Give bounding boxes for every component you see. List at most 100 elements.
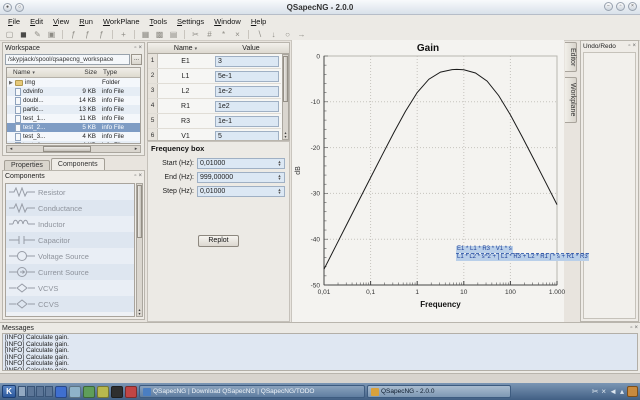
export-plot-icon[interactable]: ▤	[168, 29, 179, 40]
close-panel-icon[interactable]: ×	[138, 173, 142, 180]
menu-settings[interactable]: Settings	[172, 16, 209, 28]
param-column-value[interactable]: Value	[213, 45, 289, 52]
launcher-files[interactable]	[83, 386, 95, 398]
file-row[interactable]: partic...13 KBinfo File	[7, 105, 140, 114]
new-workplane-icon[interactable]: ◼	[18, 29, 29, 40]
spinner-arrows-icon[interactable]: ▲▼	[276, 187, 283, 196]
node-tool-icon[interactable]: ○	[282, 29, 293, 40]
parameter-value-input[interactable]: 5	[215, 131, 279, 142]
launcher-terminal[interactable]	[111, 386, 123, 398]
menu-view[interactable]: View	[48, 16, 74, 28]
component-item-ccvs[interactable]: CCVS	[6, 296, 134, 312]
menu-workplane[interactable]: WorkPlane	[98, 16, 145, 28]
close-panel-icon[interactable]: ×	[138, 45, 142, 52]
close-button[interactable]: ×	[628, 2, 637, 11]
menu-tools[interactable]: Tools	[145, 16, 173, 28]
components-vscrollbar[interactable]: ▴▾	[136, 183, 143, 317]
spinner-arrows-icon[interactable]: ▲▼	[276, 159, 283, 168]
file-row[interactable]: cdvinfo9 KBinfo File	[7, 87, 140, 96]
tab-workplane[interactable]: Workplane	[565, 77, 577, 122]
launcher-desktop[interactable]	[69, 386, 81, 398]
launcher-konqueror[interactable]	[55, 386, 67, 398]
menu-window[interactable]: Window	[209, 16, 246, 28]
close-tray-icon[interactable]: ×	[601, 385, 606, 398]
file-row[interactable]: test_1...11 KBinfo File	[7, 114, 140, 123]
launcher-web[interactable]	[97, 386, 109, 398]
close-panel-icon[interactable]: ×	[634, 325, 638, 332]
move-tool-icon[interactable]: +	[118, 29, 129, 40]
mesh-tool-icon[interactable]: #	[204, 29, 215, 40]
symbolic-analysis-icon[interactable]: ƒ	[96, 29, 107, 40]
scroll-thumb[interactable]	[283, 56, 288, 102]
grid-settings-icon[interactable]: ▩	[154, 29, 165, 40]
parameter-value-input[interactable]: 1e2	[215, 101, 279, 112]
time-analysis-icon[interactable]: ƒ	[82, 29, 93, 40]
tray-app-icon[interactable]	[627, 386, 638, 397]
component-item-conductance[interactable]: Conductance	[6, 200, 134, 216]
menu-edit[interactable]: Edit	[25, 16, 48, 28]
parameter-value-input[interactable]: 1e-2	[215, 86, 279, 97]
component-item-current-source[interactable]: Current Source	[6, 264, 134, 280]
minimize-button[interactable]: −	[604, 2, 613, 11]
float-panel-icon[interactable]: ▫	[630, 325, 632, 332]
float-panel-icon[interactable]: ▫	[628, 43, 630, 50]
taskbar-task-button[interactable]: QSapecNG | Download QSapecNG | QSapecNG/…	[139, 385, 365, 398]
expand-icon[interactable]: ▶	[9, 80, 13, 86]
component-item-resistor[interactable]: Resistor	[6, 184, 134, 200]
menu-file[interactable]: File	[3, 16, 25, 28]
component-item-capacitor[interactable]: Capacitor	[6, 232, 134, 248]
replot-button[interactable]: Replot	[198, 235, 238, 247]
file-row[interactable]: test_2...5 KBinfo File	[7, 123, 140, 132]
desktop-2[interactable]	[27, 386, 35, 397]
close-panel-icon[interactable]: ×	[632, 43, 636, 50]
kmenu-button[interactable]: K	[2, 385, 16, 398]
component-item-vcvs[interactable]: VCVS	[6, 280, 134, 296]
duplicate-icon[interactable]: ▣	[46, 29, 57, 40]
menu-run[interactable]: Run	[74, 16, 98, 28]
volume-tray-icon[interactable]: ◄	[609, 385, 617, 398]
parameter-value-input[interactable]: 1e-1	[215, 116, 279, 127]
new-file-icon[interactable]: ▢	[4, 29, 15, 40]
parameter-value-input[interactable]: 3	[215, 56, 279, 67]
file-row[interactable]: test_4...4 KBinfo File	[7, 141, 140, 144]
clipboard-tray-icon[interactable]: ✂	[592, 385, 599, 398]
parameter-value-input[interactable]: 5e-1	[215, 71, 279, 82]
zoom-fit-icon[interactable]: *	[218, 29, 229, 40]
menu-help[interactable]: Help	[246, 16, 271, 28]
parameters-vscrollbar[interactable]: ▴▾	[282, 54, 289, 140]
file-row[interactable]: ▶imgFolder	[7, 78, 140, 87]
frequency-spinbox[interactable]: 0,01000▲▼	[197, 186, 285, 197]
browse-button[interactable]: ...	[131, 54, 142, 65]
tab-properties[interactable]: Properties	[4, 160, 50, 170]
float-panel-icon[interactable]: ▫	[134, 45, 136, 52]
component-item-voltage-source[interactable]: Voltage Source	[6, 248, 134, 264]
scroll-thumb[interactable]	[43, 146, 91, 152]
workspace-hscrollbar[interactable]: ◂ ▸	[6, 145, 141, 153]
frequency-analysis-icon[interactable]: ƒ	[68, 29, 79, 40]
desktop-1[interactable]	[18, 386, 26, 397]
tab-components[interactable]: Components	[51, 158, 105, 170]
component-item-inductor[interactable]: Inductor	[6, 216, 134, 232]
param-column-name[interactable]: Name▾	[158, 45, 213, 52]
taskbar-task-button[interactable]: QSapecNG - 2.0.0	[367, 385, 511, 398]
wire-tool-icon[interactable]: →	[296, 29, 307, 40]
workspace-path-input[interactable]: /skypjack/spool/qsapecng_workspace	[5, 54, 130, 65]
scroll-thumb[interactable]	[137, 185, 142, 238]
column-header-name[interactable]: Name▾	[7, 69, 67, 76]
float-panel-icon[interactable]: ▫	[134, 173, 136, 180]
updates-tray-icon[interactable]: ▴	[620, 385, 624, 398]
scroll-left-icon[interactable]: ◂	[7, 146, 15, 152]
line-tool-icon[interactable]: ∖	[254, 29, 265, 40]
scroll-arrows-icon[interactable]: ▴▾	[283, 131, 288, 139]
column-header-type[interactable]: Type	[97, 69, 140, 76]
scroll-right-icon[interactable]: ▸	[132, 146, 140, 152]
edit-file-icon[interactable]: ✎	[32, 29, 43, 40]
column-header-size[interactable]: Size	[67, 69, 97, 76]
frequency-spinbox[interactable]: 999,00000▲▼	[197, 172, 285, 183]
desktop-3[interactable]	[36, 386, 44, 397]
frequency-spinbox[interactable]: 0,01000▲▼	[197, 158, 285, 169]
maximize-button[interactable]: ▫	[616, 2, 625, 11]
file-row[interactable]: doubl...14 KBinfo File	[7, 96, 140, 105]
grid-view-icon[interactable]: ▦	[140, 29, 151, 40]
file-row[interactable]: test_3...4 KBinfo File	[7, 132, 140, 141]
